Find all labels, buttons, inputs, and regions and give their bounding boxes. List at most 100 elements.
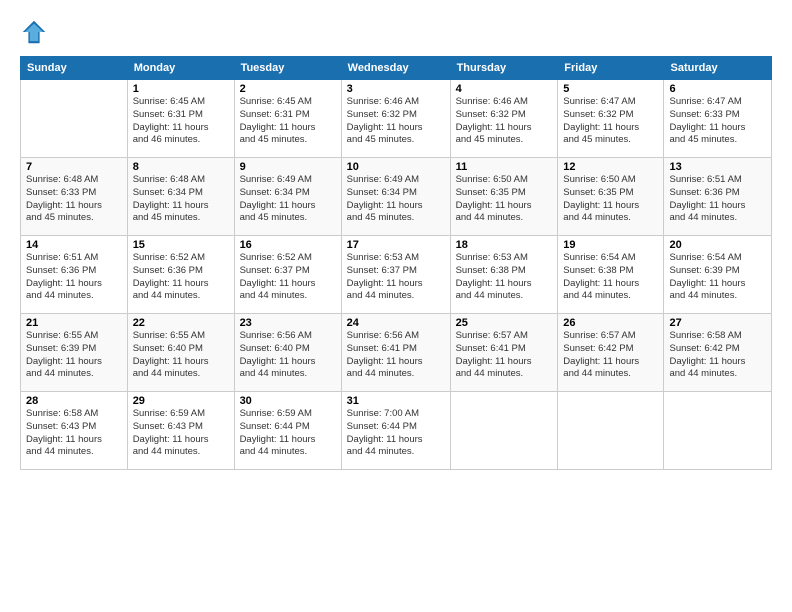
week-row-4: 21Sunrise: 6:55 AM Sunset: 6:39 PM Dayli… xyxy=(21,314,772,392)
calendar-cell: 23Sunrise: 6:56 AM Sunset: 6:40 PM Dayli… xyxy=(234,314,341,392)
day-info: Sunrise: 6:45 AM Sunset: 6:31 PM Dayligh… xyxy=(240,96,336,147)
day-number: 2 xyxy=(240,83,336,95)
week-row-1: 1Sunrise: 6:45 AM Sunset: 6:31 PM Daylig… xyxy=(21,80,772,158)
day-info: Sunrise: 6:46 AM Sunset: 6:32 PM Dayligh… xyxy=(347,96,445,147)
header-day-wednesday: Wednesday xyxy=(341,57,450,80)
day-number: 1 xyxy=(133,83,229,95)
day-number: 15 xyxy=(133,239,229,251)
day-info: Sunrise: 6:56 AM Sunset: 6:41 PM Dayligh… xyxy=(347,330,445,381)
calendar-cell: 15Sunrise: 6:52 AM Sunset: 6:36 PM Dayli… xyxy=(127,236,234,314)
calendar-cell xyxy=(558,392,664,470)
calendar-cell: 28Sunrise: 6:58 AM Sunset: 6:43 PM Dayli… xyxy=(21,392,128,470)
logo xyxy=(20,18,52,46)
calendar-cell: 14Sunrise: 6:51 AM Sunset: 6:36 PM Dayli… xyxy=(21,236,128,314)
day-info: Sunrise: 6:52 AM Sunset: 6:37 PM Dayligh… xyxy=(240,252,336,303)
day-number: 5 xyxy=(563,83,658,95)
calendar-cell: 13Sunrise: 6:51 AM Sunset: 6:36 PM Dayli… xyxy=(664,158,772,236)
day-number: 11 xyxy=(456,161,553,173)
day-info: Sunrise: 6:48 AM Sunset: 6:33 PM Dayligh… xyxy=(26,174,122,225)
week-row-3: 14Sunrise: 6:51 AM Sunset: 6:36 PM Dayli… xyxy=(21,236,772,314)
calendar-cell: 9Sunrise: 6:49 AM Sunset: 6:34 PM Daylig… xyxy=(234,158,341,236)
day-number: 9 xyxy=(240,161,336,173)
calendar-cell: 18Sunrise: 6:53 AM Sunset: 6:38 PM Dayli… xyxy=(450,236,558,314)
calendar-cell: 2Sunrise: 6:45 AM Sunset: 6:31 PM Daylig… xyxy=(234,80,341,158)
day-number: 31 xyxy=(347,395,445,407)
day-info: Sunrise: 6:45 AM Sunset: 6:31 PM Dayligh… xyxy=(133,96,229,147)
calendar-cell: 20Sunrise: 6:54 AM Sunset: 6:39 PM Dayli… xyxy=(664,236,772,314)
day-number: 22 xyxy=(133,317,229,329)
day-info: Sunrise: 6:59 AM Sunset: 6:44 PM Dayligh… xyxy=(240,408,336,459)
calendar-cell: 19Sunrise: 6:54 AM Sunset: 6:38 PM Dayli… xyxy=(558,236,664,314)
day-info: Sunrise: 6:50 AM Sunset: 6:35 PM Dayligh… xyxy=(563,174,658,225)
day-number: 19 xyxy=(563,239,658,251)
day-info: Sunrise: 6:57 AM Sunset: 6:41 PM Dayligh… xyxy=(456,330,553,381)
day-number: 28 xyxy=(26,395,122,407)
calendar-table: SundayMondayTuesdayWednesdayThursdayFrid… xyxy=(20,56,772,470)
day-number: 17 xyxy=(347,239,445,251)
day-number: 10 xyxy=(347,161,445,173)
day-info: Sunrise: 6:58 AM Sunset: 6:42 PM Dayligh… xyxy=(669,330,766,381)
day-number: 27 xyxy=(669,317,766,329)
header-day-monday: Monday xyxy=(127,57,234,80)
day-info: Sunrise: 6:54 AM Sunset: 6:38 PM Dayligh… xyxy=(563,252,658,303)
calendar-cell: 26Sunrise: 6:57 AM Sunset: 6:42 PM Dayli… xyxy=(558,314,664,392)
day-number: 13 xyxy=(669,161,766,173)
day-number: 14 xyxy=(26,239,122,251)
calendar-cell: 12Sunrise: 6:50 AM Sunset: 6:35 PM Dayli… xyxy=(558,158,664,236)
day-info: Sunrise: 6:57 AM Sunset: 6:42 PM Dayligh… xyxy=(563,330,658,381)
day-number: 20 xyxy=(669,239,766,251)
calendar-cell: 24Sunrise: 6:56 AM Sunset: 6:41 PM Dayli… xyxy=(341,314,450,392)
day-number: 3 xyxy=(347,83,445,95)
day-info: Sunrise: 6:52 AM Sunset: 6:36 PM Dayligh… xyxy=(133,252,229,303)
day-info: Sunrise: 6:54 AM Sunset: 6:39 PM Dayligh… xyxy=(669,252,766,303)
day-number: 29 xyxy=(133,395,229,407)
day-info: Sunrise: 6:55 AM Sunset: 6:40 PM Dayligh… xyxy=(133,330,229,381)
logo-icon xyxy=(20,18,48,46)
day-info: Sunrise: 6:59 AM Sunset: 6:43 PM Dayligh… xyxy=(133,408,229,459)
calendar-cell xyxy=(450,392,558,470)
calendar-cell: 3Sunrise: 6:46 AM Sunset: 6:32 PM Daylig… xyxy=(341,80,450,158)
day-number: 26 xyxy=(563,317,658,329)
header-day-friday: Friday xyxy=(558,57,664,80)
day-info: Sunrise: 7:00 AM Sunset: 6:44 PM Dayligh… xyxy=(347,408,445,459)
day-info: Sunrise: 6:49 AM Sunset: 6:34 PM Dayligh… xyxy=(347,174,445,225)
day-info: Sunrise: 6:58 AM Sunset: 6:43 PM Dayligh… xyxy=(26,408,122,459)
day-info: Sunrise: 6:49 AM Sunset: 6:34 PM Dayligh… xyxy=(240,174,336,225)
calendar-cell: 5Sunrise: 6:47 AM Sunset: 6:32 PM Daylig… xyxy=(558,80,664,158)
week-row-2: 7Sunrise: 6:48 AM Sunset: 6:33 PM Daylig… xyxy=(21,158,772,236)
calendar-cell: 25Sunrise: 6:57 AM Sunset: 6:41 PM Dayli… xyxy=(450,314,558,392)
day-info: Sunrise: 6:53 AM Sunset: 6:38 PM Dayligh… xyxy=(456,252,553,303)
calendar-cell: 10Sunrise: 6:49 AM Sunset: 6:34 PM Dayli… xyxy=(341,158,450,236)
day-number: 30 xyxy=(240,395,336,407)
day-number: 23 xyxy=(240,317,336,329)
header-day-sunday: Sunday xyxy=(21,57,128,80)
day-number: 16 xyxy=(240,239,336,251)
header xyxy=(20,18,772,46)
day-info: Sunrise: 6:55 AM Sunset: 6:39 PM Dayligh… xyxy=(26,330,122,381)
day-info: Sunrise: 6:47 AM Sunset: 6:32 PM Dayligh… xyxy=(563,96,658,147)
day-info: Sunrise: 6:46 AM Sunset: 6:32 PM Dayligh… xyxy=(456,96,553,147)
calendar-cell: 29Sunrise: 6:59 AM Sunset: 6:43 PM Dayli… xyxy=(127,392,234,470)
day-number: 24 xyxy=(347,317,445,329)
calendar-cell: 27Sunrise: 6:58 AM Sunset: 6:42 PM Dayli… xyxy=(664,314,772,392)
header-day-saturday: Saturday xyxy=(664,57,772,80)
week-row-5: 28Sunrise: 6:58 AM Sunset: 6:43 PM Dayli… xyxy=(21,392,772,470)
day-info: Sunrise: 6:50 AM Sunset: 6:35 PM Dayligh… xyxy=(456,174,553,225)
calendar-cell xyxy=(21,80,128,158)
day-number: 21 xyxy=(26,317,122,329)
calendar-cell: 16Sunrise: 6:52 AM Sunset: 6:37 PM Dayli… xyxy=(234,236,341,314)
day-info: Sunrise: 6:48 AM Sunset: 6:34 PM Dayligh… xyxy=(133,174,229,225)
calendar-cell: 11Sunrise: 6:50 AM Sunset: 6:35 PM Dayli… xyxy=(450,158,558,236)
header-day-thursday: Thursday xyxy=(450,57,558,80)
day-info: Sunrise: 6:51 AM Sunset: 6:36 PM Dayligh… xyxy=(669,174,766,225)
day-number: 12 xyxy=(563,161,658,173)
calendar-cell: 22Sunrise: 6:55 AM Sunset: 6:40 PM Dayli… xyxy=(127,314,234,392)
day-info: Sunrise: 6:51 AM Sunset: 6:36 PM Dayligh… xyxy=(26,252,122,303)
header-row: SundayMondayTuesdayWednesdayThursdayFrid… xyxy=(21,57,772,80)
calendar-cell: 7Sunrise: 6:48 AM Sunset: 6:33 PM Daylig… xyxy=(21,158,128,236)
header-day-tuesday: Tuesday xyxy=(234,57,341,80)
day-info: Sunrise: 6:47 AM Sunset: 6:33 PM Dayligh… xyxy=(669,96,766,147)
day-number: 4 xyxy=(456,83,553,95)
calendar-cell: 1Sunrise: 6:45 AM Sunset: 6:31 PM Daylig… xyxy=(127,80,234,158)
day-number: 8 xyxy=(133,161,229,173)
